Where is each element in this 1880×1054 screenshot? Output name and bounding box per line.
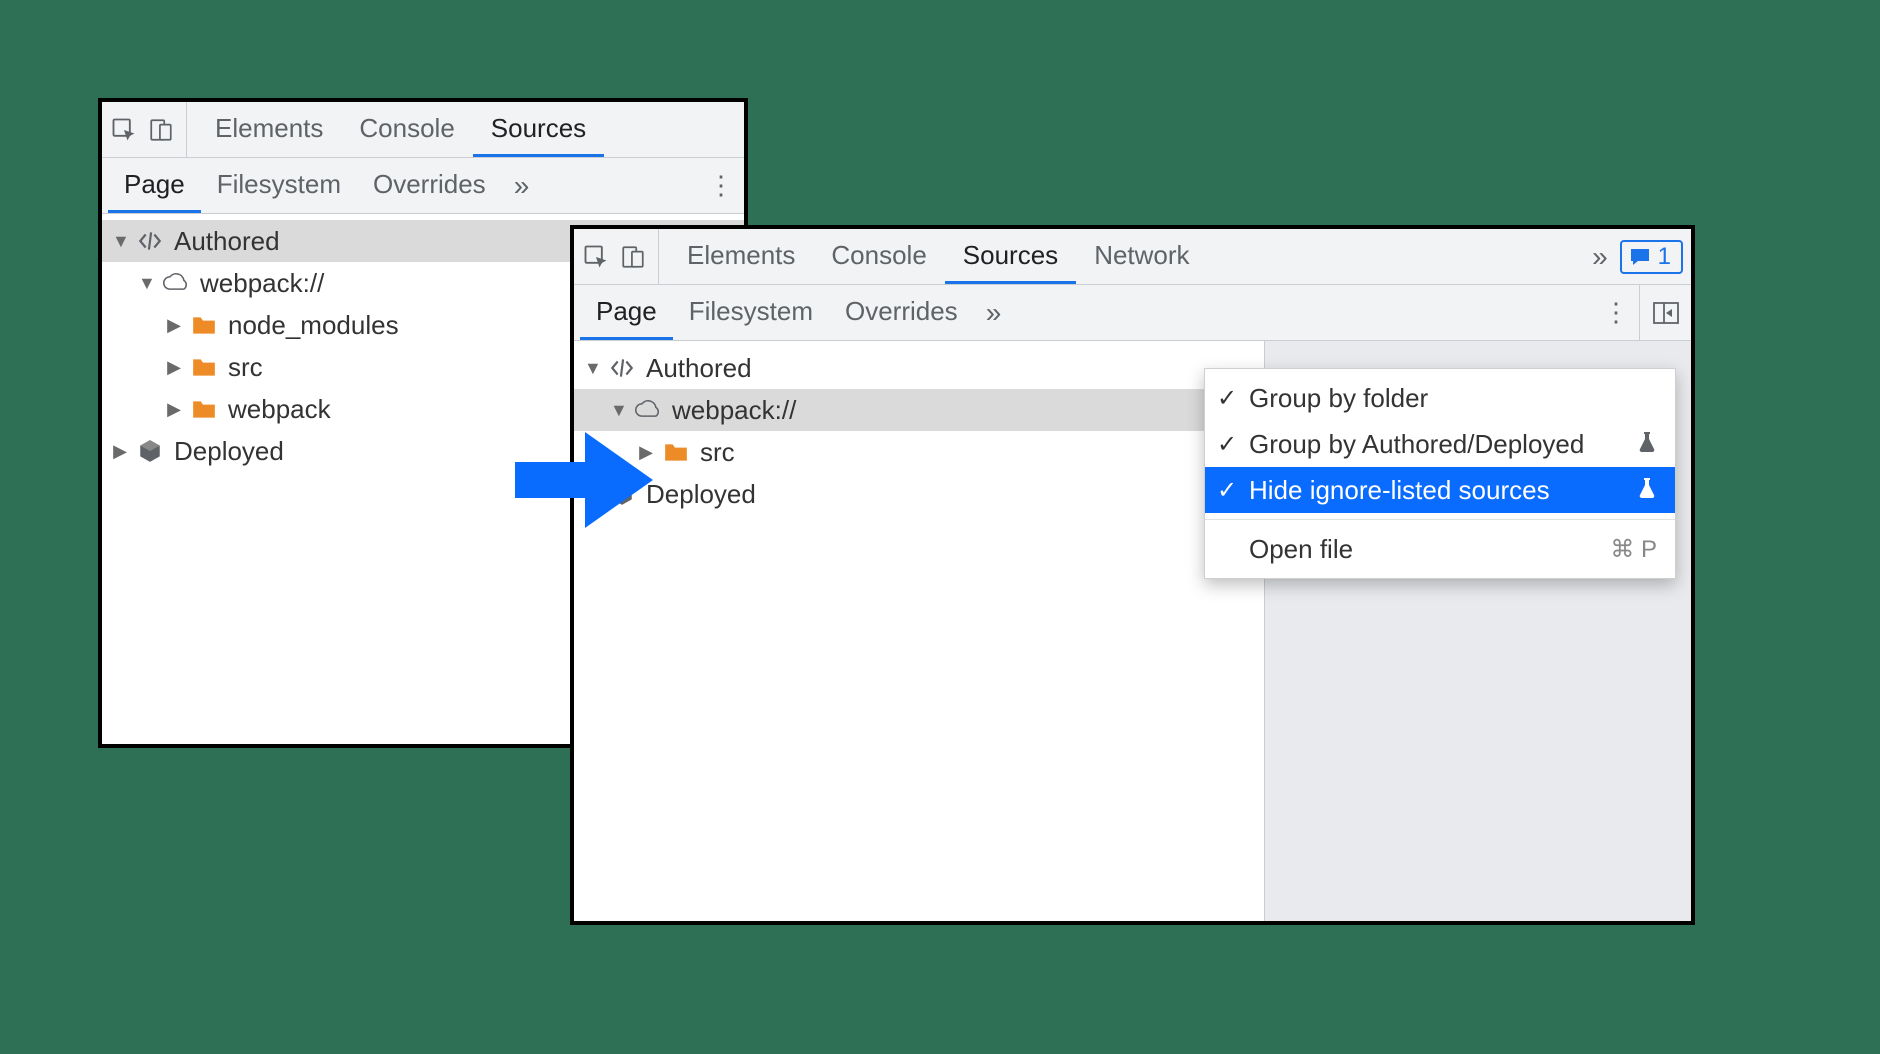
main-toolbar: Elements Console Sources	[102, 102, 744, 158]
disclosure-right-icon: ▶	[166, 315, 182, 336]
more-tabs-icon[interactable]: »	[1580, 243, 1620, 271]
tab-sources[interactable]: Sources	[945, 229, 1076, 284]
tab-sources[interactable]: Sources	[473, 102, 604, 157]
disclosure-down-icon: ▼	[112, 231, 128, 252]
menu-label: Open file	[1249, 534, 1560, 565]
tab-console[interactable]: Console	[341, 102, 472, 157]
flask-icon	[1637, 429, 1657, 460]
messages-count: 1	[1658, 243, 1671, 271]
menu-hide-ignore-listed[interactable]: ✓ Hide ignore-listed sources	[1205, 467, 1675, 513]
more-tabs-icon[interactable]: »	[974, 285, 1014, 340]
check-icon: ✓	[1215, 430, 1239, 459]
menu-group-by-folder[interactable]: ✓ Group by folder	[1205, 375, 1675, 421]
cloud-icon	[634, 399, 662, 421]
subtab-page[interactable]: Page	[108, 158, 201, 213]
check-icon: ✓	[1215, 384, 1239, 413]
disclosure-right-icon: ▶	[166, 357, 182, 378]
tree-label: webpack	[226, 394, 331, 425]
menu-open-file[interactable]: Open file ⌘ P	[1205, 526, 1675, 572]
main-toolbar: Elements Console Sources Network » 1	[574, 229, 1691, 285]
subtab-overrides[interactable]: Overrides	[829, 285, 974, 340]
disclosure-down-icon: ▼	[610, 400, 626, 421]
menu-label: Hide ignore-listed sources	[1249, 475, 1627, 506]
code-icon	[608, 357, 636, 379]
collapse-pane-icon[interactable]	[1639, 285, 1691, 340]
transition-arrow-icon	[505, 420, 655, 547]
deployed-icon	[136, 438, 164, 464]
disclosure-right-icon: ▶	[166, 399, 182, 420]
file-tree: ▼ Authored ▼ webpack:// ▶	[574, 341, 1264, 921]
cloud-icon	[162, 272, 190, 294]
check-icon: ✓	[1215, 476, 1239, 505]
disclosure-down-icon: ▼	[138, 273, 154, 294]
tree-label: Authored	[644, 353, 752, 384]
tree-src[interactable]: ▶ src	[574, 431, 1264, 473]
flask-icon	[1637, 475, 1657, 506]
folder-icon	[190, 398, 218, 420]
tree-label: Deployed	[644, 479, 756, 510]
tree-deployed[interactable]: ▶ Deployed	[574, 473, 1264, 515]
device-toggle-icon[interactable]	[148, 116, 174, 144]
inspect-icon[interactable]	[110, 116, 138, 144]
tree-label: node_modules	[226, 310, 399, 341]
tab-console[interactable]: Console	[813, 229, 944, 284]
menu-label: Group by folder	[1249, 383, 1657, 414]
sources-menu: ✓ Group by folder ✓ Group by Authored/De…	[1204, 368, 1676, 579]
folder-icon	[190, 356, 218, 378]
tab-elements[interactable]: Elements	[669, 229, 813, 284]
menu-separator	[1205, 519, 1675, 520]
device-toggle-icon[interactable]	[620, 243, 646, 271]
more-tabs-icon[interactable]: »	[502, 158, 542, 213]
subtab-page[interactable]: Page	[580, 285, 673, 340]
subtab-filesystem[interactable]: Filesystem	[673, 285, 829, 340]
tree-authored[interactable]: ▼ Authored	[574, 347, 1264, 389]
menu-shortcut: ⌘ P	[1570, 535, 1657, 564]
tree-label: src	[226, 352, 263, 383]
sources-kebab-menu-icon[interactable]: ⋮	[698, 158, 744, 213]
tree-label: Authored	[172, 226, 280, 257]
sources-subtoolbar: Page Filesystem Overrides » ⋮	[574, 285, 1691, 341]
folder-icon	[662, 441, 690, 463]
subtab-overrides[interactable]: Overrides	[357, 158, 502, 213]
subtab-filesystem[interactable]: Filesystem	[201, 158, 357, 213]
code-icon	[136, 230, 164, 252]
tree-label: Deployed	[172, 436, 284, 467]
inspect-icon[interactable]	[582, 243, 610, 271]
folder-icon	[190, 314, 218, 336]
disclosure-down-icon: ▼	[584, 358, 600, 379]
tab-network[interactable]: Network	[1076, 229, 1207, 284]
disclosure-right-icon: ▶	[112, 441, 128, 462]
message-icon	[1628, 245, 1652, 269]
menu-group-by-authored-deployed[interactable]: ✓ Group by Authored/Deployed	[1205, 421, 1675, 467]
tab-elements[interactable]: Elements	[197, 102, 341, 157]
tree-label: src	[698, 437, 735, 468]
menu-label: Group by Authored/Deployed	[1249, 429, 1627, 460]
sources-subtoolbar: Page Filesystem Overrides » ⋮	[102, 158, 744, 214]
tree-webpack[interactable]: ▼ webpack://	[574, 389, 1264, 431]
tree-label: webpack://	[198, 268, 324, 299]
sources-kebab-menu-icon[interactable]: ⋮	[1593, 285, 1639, 340]
messages-badge[interactable]: 1	[1620, 240, 1683, 274]
tree-label: webpack://	[670, 395, 796, 426]
